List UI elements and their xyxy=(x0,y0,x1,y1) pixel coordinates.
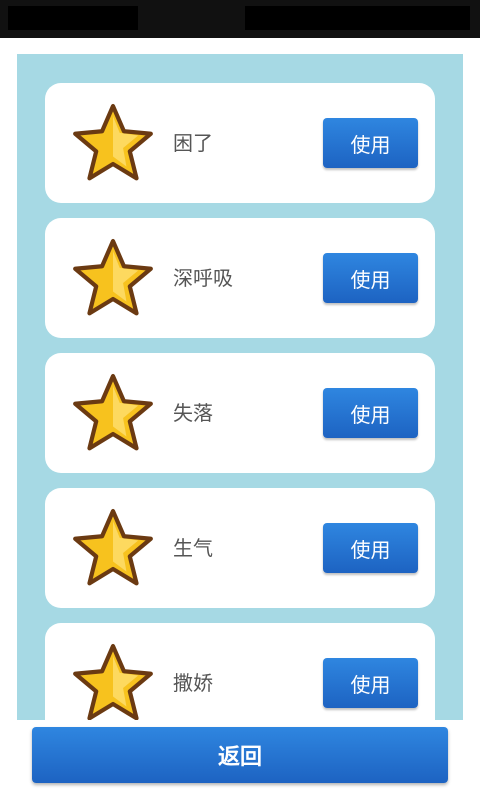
star-icon xyxy=(73,508,153,586)
list-item: 困了 使用 xyxy=(45,83,435,203)
use-button[interactable]: 使用 xyxy=(323,118,418,168)
item-label: 失落 xyxy=(173,401,213,425)
status-bar xyxy=(0,0,480,38)
star-icon xyxy=(73,103,153,181)
back-button[interactable]: 返回 xyxy=(32,727,448,783)
list-item: 生气 使用 xyxy=(45,488,435,608)
star-icon xyxy=(73,238,153,316)
list-item: 失落 使用 xyxy=(45,353,435,473)
use-button[interactable]: 使用 xyxy=(323,388,418,438)
item-label: 生气 xyxy=(173,536,213,560)
sticker-list: 困了 使用 深呼吸 使用 失落 使用 生气 使用 撒娇 使用 xyxy=(45,83,435,720)
list-item: 撒娇 使用 xyxy=(45,623,435,720)
use-button[interactable]: 使用 xyxy=(323,658,418,708)
star-icon xyxy=(73,373,153,451)
use-button[interactable]: 使用 xyxy=(323,523,418,573)
sticker-list-panel[interactable]: 困了 使用 深呼吸 使用 失落 使用 生气 使用 撒娇 使用 xyxy=(17,54,463,720)
item-label: 撒娇 xyxy=(173,671,213,695)
item-label: 困了 xyxy=(173,131,213,155)
star-icon xyxy=(73,643,153,720)
item-label: 深呼吸 xyxy=(173,266,233,290)
status-bar-left-block xyxy=(8,6,138,30)
list-item: 深呼吸 使用 xyxy=(45,218,435,338)
status-bar-right-block xyxy=(245,6,470,30)
use-button[interactable]: 使用 xyxy=(323,253,418,303)
